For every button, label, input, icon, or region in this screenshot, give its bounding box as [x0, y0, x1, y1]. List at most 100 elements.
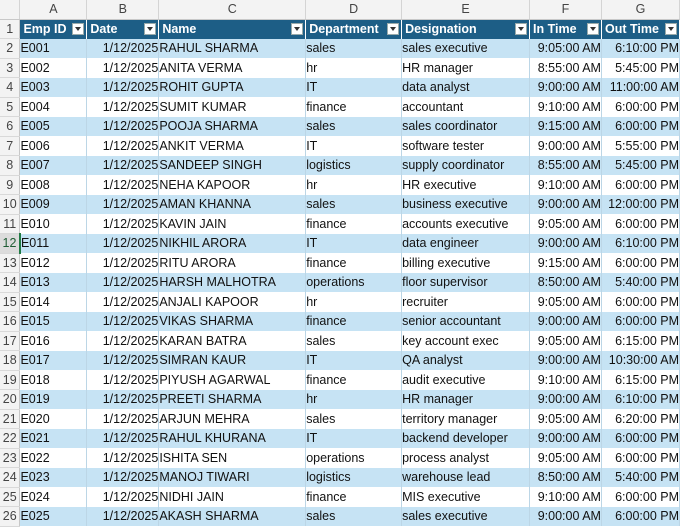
- cell-name[interactable]: ANJALI KAPOOR: [158, 292, 307, 312]
- cell-department[interactable]: finance: [305, 214, 403, 234]
- cell-department[interactable]: IT: [305, 233, 403, 253]
- cell-date[interactable]: 1/12/2025: [86, 175, 160, 195]
- row-number[interactable]: 2: [0, 38, 21, 59]
- header-cell-date[interactable]: Date: [86, 19, 160, 39]
- column-header-e[interactable]: E: [401, 0, 530, 20]
- cell-emp-id[interactable]: E019: [19, 389, 88, 409]
- cell-department[interactable]: hr: [305, 58, 403, 78]
- cell-designation[interactable]: MIS executive: [401, 487, 530, 507]
- row-number[interactable]: 24: [0, 467, 21, 488]
- cell-department[interactable]: IT: [305, 136, 403, 156]
- cell-department[interactable]: sales: [305, 38, 403, 58]
- cell-out-time[interactable]: 6:15:00 PM: [601, 331, 680, 351]
- cell-department[interactable]: operations: [305, 448, 403, 468]
- cell-emp-id[interactable]: E017: [19, 350, 88, 370]
- cell-date[interactable]: 1/12/2025: [86, 350, 160, 370]
- cell-name[interactable]: ARJUN MEHRA: [158, 409, 307, 429]
- cell-emp-id[interactable]: E011: [19, 233, 88, 253]
- cell-out-time[interactable]: 6:15:00 PM: [601, 370, 680, 390]
- cell-emp-id[interactable]: E009: [19, 194, 88, 214]
- cell-in-time[interactable]: 9:00:00 AM: [529, 77, 602, 97]
- cell-date[interactable]: 1/12/2025: [86, 467, 160, 487]
- cell-designation[interactable]: accountant: [401, 97, 530, 117]
- cell-date[interactable]: 1/12/2025: [86, 253, 160, 273]
- cell-emp-id[interactable]: E012: [19, 253, 88, 273]
- cell-designation[interactable]: backend developer: [401, 428, 530, 448]
- cell-date[interactable]: 1/12/2025: [86, 389, 160, 409]
- filter-dropdown-icon[interactable]: [291, 22, 304, 35]
- cell-department[interactable]: IT: [305, 350, 403, 370]
- cell-out-time[interactable]: 6:00:00 PM: [601, 116, 680, 136]
- cell-name[interactable]: KAVIN JAIN: [158, 214, 307, 234]
- cell-emp-id[interactable]: E008: [19, 175, 88, 195]
- row-number[interactable]: 7: [0, 136, 21, 156]
- cell-emp-id[interactable]: E010: [19, 214, 88, 234]
- cell-emp-id[interactable]: E025: [19, 506, 88, 526]
- row-number[interactable]: 22: [0, 428, 21, 449]
- cell-emp-id[interactable]: E016: [19, 331, 88, 351]
- cell-in-time[interactable]: 9:10:00 AM: [529, 487, 602, 507]
- cell-in-time[interactable]: 9:05:00 AM: [529, 292, 602, 312]
- row-number[interactable]: 10: [0, 194, 21, 215]
- cell-in-time[interactable]: 9:00:00 AM: [529, 311, 602, 331]
- cell-in-time[interactable]: 8:50:00 AM: [529, 272, 602, 292]
- cell-in-time[interactable]: 8:55:00 AM: [529, 155, 602, 175]
- cell-in-time[interactable]: 9:00:00 AM: [529, 194, 602, 214]
- filter-dropdown-icon[interactable]: [72, 22, 85, 35]
- cell-emp-id[interactable]: E006: [19, 136, 88, 156]
- row-number[interactable]: 9: [0, 175, 21, 195]
- column-header-f[interactable]: F: [529, 0, 602, 20]
- header-cell-in-time[interactable]: In Time: [529, 19, 602, 39]
- cell-designation[interactable]: territory manager: [401, 409, 530, 429]
- cell-date[interactable]: 1/12/2025: [86, 58, 160, 78]
- filter-dropdown-icon[interactable]: [665, 22, 677, 35]
- cell-in-time[interactable]: 9:05:00 AM: [529, 331, 602, 351]
- cell-out-time[interactable]: 6:00:00 PM: [601, 448, 680, 468]
- cell-designation[interactable]: billing executive: [401, 253, 530, 273]
- cell-department[interactable]: sales: [305, 331, 403, 351]
- cell-name[interactable]: RITU ARORA: [158, 253, 307, 273]
- row-number[interactable]: 11: [0, 214, 21, 234]
- cell-designation[interactable]: audit executive: [401, 370, 530, 390]
- cell-in-time[interactable]: 9:15:00 AM: [529, 116, 602, 136]
- cell-out-time[interactable]: 6:10:00 PM: [601, 38, 680, 58]
- cell-designation[interactable]: accounts executive: [401, 214, 530, 234]
- cell-department[interactable]: finance: [305, 253, 403, 273]
- cell-in-time[interactable]: 8:50:00 AM: [529, 467, 602, 487]
- cell-emp-id[interactable]: E001: [19, 38, 88, 58]
- cell-date[interactable]: 1/12/2025: [86, 116, 160, 136]
- cell-department[interactable]: finance: [305, 487, 403, 507]
- cell-date[interactable]: 1/12/2025: [86, 428, 160, 448]
- cell-in-time[interactable]: 9:00:00 AM: [529, 136, 602, 156]
- cell-date[interactable]: 1/12/2025: [86, 506, 160, 526]
- cell-emp-id[interactable]: E004: [19, 97, 88, 117]
- cell-emp-id[interactable]: E018: [19, 370, 88, 390]
- cell-name[interactable]: SUMIT KUMAR: [158, 97, 307, 117]
- cell-designation[interactable]: HR executive: [401, 175, 530, 195]
- cell-out-time[interactable]: 6:00:00 PM: [601, 506, 680, 526]
- cell-department[interactable]: sales: [305, 116, 403, 136]
- cell-department[interactable]: operations: [305, 272, 403, 292]
- column-header-a[interactable]: A: [19, 0, 88, 20]
- filter-dropdown-icon[interactable]: [144, 22, 157, 35]
- cell-name[interactable]: PREETI SHARMA: [158, 389, 307, 409]
- cell-out-time[interactable]: 6:00:00 PM: [601, 487, 680, 507]
- filter-dropdown-icon[interactable]: [515, 22, 527, 35]
- row-number[interactable]: 21: [0, 409, 21, 429]
- cell-in-time[interactable]: 9:00:00 AM: [529, 506, 602, 526]
- cell-name[interactable]: NEHA KAPOOR: [158, 175, 307, 195]
- row-number[interactable]: 13: [0, 253, 21, 273]
- cell-emp-id[interactable]: E013: [19, 272, 88, 292]
- cell-in-time[interactable]: 9:00:00 AM: [529, 233, 602, 253]
- cell-out-time[interactable]: 5:45:00 PM: [601, 155, 680, 175]
- cell-name[interactable]: ANITA VERMA: [158, 58, 307, 78]
- cell-department[interactable]: IT: [305, 428, 403, 448]
- cell-date[interactable]: 1/12/2025: [86, 448, 160, 468]
- cell-designation[interactable]: software tester: [401, 136, 530, 156]
- cell-designation[interactable]: recruiter: [401, 292, 530, 312]
- row-number[interactable]: 20: [0, 389, 21, 410]
- cell-out-time[interactable]: 10:30:00 AM: [601, 350, 680, 370]
- cell-in-time[interactable]: 9:05:00 AM: [529, 38, 602, 58]
- cell-in-time[interactable]: 9:05:00 AM: [529, 409, 602, 429]
- cell-designation[interactable]: QA analyst: [401, 350, 530, 370]
